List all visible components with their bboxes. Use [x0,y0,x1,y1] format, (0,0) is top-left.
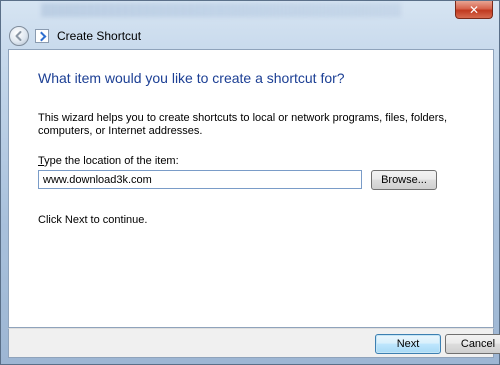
cancel-button[interactable]: Cancel [445,334,500,354]
back-arrow-icon [15,31,22,41]
page-heading: What item would you like to create a sho… [38,70,345,86]
location-label-text: ype the location of the item: [44,155,179,167]
next-button[interactable]: Next [375,334,441,354]
wizard-footer: Next Cancel [8,328,500,358]
close-icon: ✕ [468,2,480,17]
create-shortcut-window: ✕ Create Shortcut What item would you li… [0,0,500,365]
location-input[interactable] [38,170,362,189]
wizard-header: Create Shortcut [7,23,495,49]
browse-button[interactable]: Browse... [371,170,437,190]
close-button[interactable]: ✕ [455,1,493,19]
wizard-title: Create Shortcut [57,29,142,43]
background-blur [41,3,401,17]
location-label: Type the location of the item: [38,155,179,167]
continue-hint: Click Next to continue. [38,214,148,226]
shortcut-wizard-icon [35,29,49,43]
back-button[interactable] [9,26,29,46]
wizard-content: What item would you like to create a sho… [8,49,494,328]
wizard-description: This wizard helps you to create shortcut… [38,112,448,137]
